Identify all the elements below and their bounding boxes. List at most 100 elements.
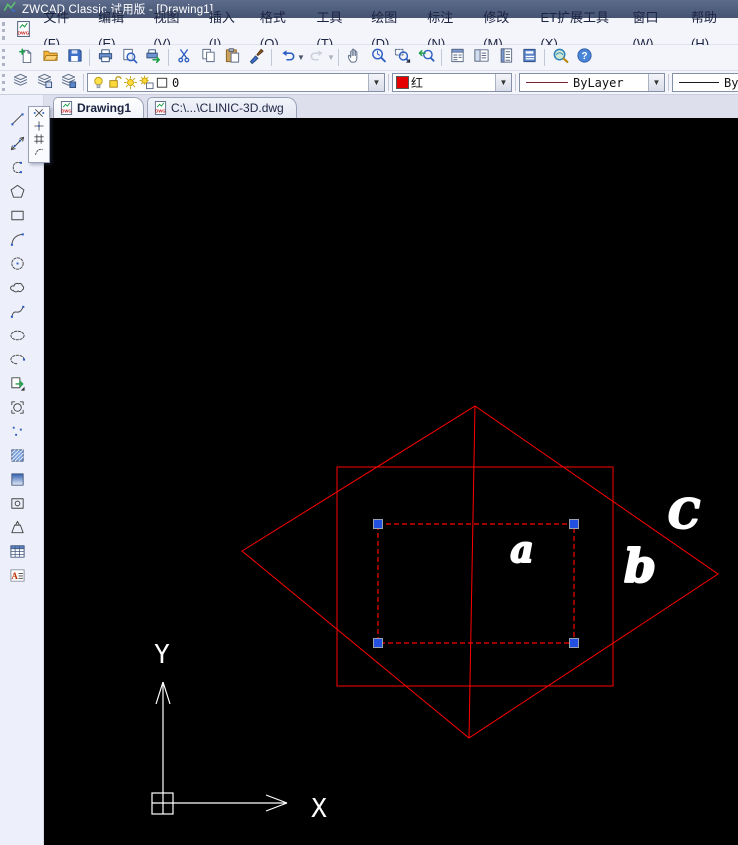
document-tabbar: DWG Drawing1 DWG C:\...\CLINIC-3D.dwg — [44, 95, 738, 118]
tab-drawing1[interactable]: DWG Drawing1 — [53, 97, 145, 118]
separator — [515, 74, 516, 91]
red-vertical-line[interactable] — [468, 405, 476, 739]
grip-1[interactable] — [569, 519, 579, 529]
copy-button[interactable] — [196, 46, 220, 70]
cut-button[interactable] — [172, 46, 196, 70]
revision-cloud-button[interactable] — [4, 279, 30, 300]
tool-palettes-button[interactable] — [493, 46, 517, 70]
hatch-button[interactable] — [4, 447, 30, 468]
publish-button[interactable] — [141, 46, 165, 70]
design-center-icon — [473, 47, 490, 69]
circle-button[interactable] — [4, 255, 30, 276]
unlock-icon[interactable] — [107, 75, 122, 90]
bulb-on-icon[interactable] — [91, 75, 106, 90]
standard-toolbar: ▼ ▼? — [0, 45, 738, 71]
separator — [89, 49, 90, 66]
annotation-a: a — [510, 529, 533, 571]
lineweight-combo-value: ByLayer — [724, 75, 738, 90]
construction-line-button[interactable] — [4, 135, 30, 156]
paste-button[interactable] — [220, 46, 244, 70]
save-button[interactable] — [62, 46, 86, 70]
new-file-button[interactable] — [14, 46, 38, 70]
hatch-icon — [9, 447, 26, 469]
grip-3[interactable] — [569, 638, 579, 648]
selected-rectangle[interactable] — [377, 523, 575, 644]
viewport-sun-icon[interactable] — [139, 75, 154, 90]
undo-dropdown-icon[interactable]: ▼ — [297, 53, 305, 62]
polygon-button[interactable] — [4, 183, 30, 204]
wipeout-icon — [9, 519, 26, 541]
undo-button[interactable] — [275, 46, 299, 70]
properties-toolbar-grip[interactable] — [2, 74, 5, 91]
point-button[interactable] — [4, 423, 30, 444]
region-button[interactable] — [4, 495, 30, 516]
polyline-button[interactable] — [4, 159, 30, 180]
zoom-realtime-button[interactable] — [366, 46, 390, 70]
menubar-grip[interactable] — [2, 21, 10, 41]
ellipse-arc-button[interactable] — [4, 351, 30, 372]
insert-block-button[interactable] — [4, 375, 30, 396]
rectangle-button[interactable] — [4, 207, 30, 228]
tab-clinic-3d[interactable]: DWG C:\...\CLINIC-3D.dwg — [147, 97, 297, 118]
layer-combo[interactable]: 0 ▼ — [87, 73, 385, 92]
zoom-previous-button[interactable] — [414, 46, 438, 70]
properties-palette-button[interactable] — [445, 46, 469, 70]
canvas-svg: a bC Y X — [151, 405, 719, 824]
layer-states-button[interactable] — [32, 71, 56, 94]
standard-toolbar-grip[interactable] — [2, 48, 11, 67]
print-icon — [97, 47, 114, 69]
annotation-C: C — [668, 491, 700, 538]
svg-text:A: A — [11, 570, 18, 580]
linetype-sample — [526, 82, 568, 83]
chevron-down-icon[interactable]: ▼ — [648, 74, 664, 91]
separator — [338, 49, 339, 66]
line-button[interactable] — [4, 111, 30, 132]
layer-combo-value: 0 — [172, 75, 180, 90]
lineweight-combo[interactable]: ByLayer — [672, 73, 738, 92]
polyline-icon — [9, 159, 26, 181]
grip-0[interactable] — [373, 519, 383, 529]
cut-icon — [176, 47, 193, 69]
table-button[interactable] — [4, 543, 30, 564]
print-button[interactable] — [93, 46, 117, 70]
layer-previous-button[interactable] — [56, 71, 80, 94]
pan-button[interactable] — [342, 46, 366, 70]
wipeout-button[interactable] — [4, 519, 30, 540]
spline-button[interactable] — [4, 303, 30, 324]
color-combo[interactable]: 红 ▼ — [392, 73, 512, 92]
drawing-canvas[interactable]: a bC Y X — [44, 118, 738, 845]
ellipse-icon — [9, 327, 26, 349]
sun-icon[interactable] — [123, 75, 138, 90]
mtext-button[interactable]: A — [4, 567, 30, 588]
ellipse-arc-icon — [9, 351, 26, 373]
linetype-combo[interactable]: ByLayer ▼ — [519, 73, 665, 92]
help-button[interactable]: ? — [572, 46, 596, 70]
grip-2[interactable] — [373, 638, 383, 648]
make-block-button[interactable] — [4, 399, 30, 420]
zw-online-button[interactable] — [548, 46, 572, 70]
chevron-down-icon[interactable]: ▼ — [495, 74, 511, 91]
redo-dropdown-icon[interactable]: ▼ — [327, 53, 335, 62]
zoom-window-button[interactable] — [390, 46, 414, 70]
quick-calc-button[interactable] — [517, 46, 541, 70]
ellipse-button[interactable] — [4, 327, 30, 348]
chevron-down-icon[interactable]: ▼ — [368, 74, 384, 91]
sketch-curve-button[interactable] — [31, 148, 47, 160]
print-preview-button[interactable] — [117, 46, 141, 70]
ucs-y-arrowhead — [162, 681, 171, 705]
table-icon — [9, 543, 26, 565]
design-center-button[interactable] — [469, 46, 493, 70]
color-swatch-icon[interactable] — [155, 75, 170, 90]
match-properties-icon — [248, 47, 265, 69]
redo-button[interactable] — [305, 46, 329, 70]
arc-button[interactable] — [4, 231, 30, 252]
draw-toolbar: A — [0, 95, 44, 845]
tab-label: C:\...\CLINIC-3D.dwg — [171, 101, 284, 115]
copy-icon — [200, 47, 217, 69]
undo-icon — [279, 47, 296, 69]
gradient-button[interactable] — [4, 471, 30, 492]
match-properties-button[interactable] — [244, 46, 268, 70]
open-button[interactable] — [38, 46, 62, 70]
layer-properties-icon — [12, 72, 29, 94]
layer-properties-button[interactable] — [8, 71, 32, 94]
